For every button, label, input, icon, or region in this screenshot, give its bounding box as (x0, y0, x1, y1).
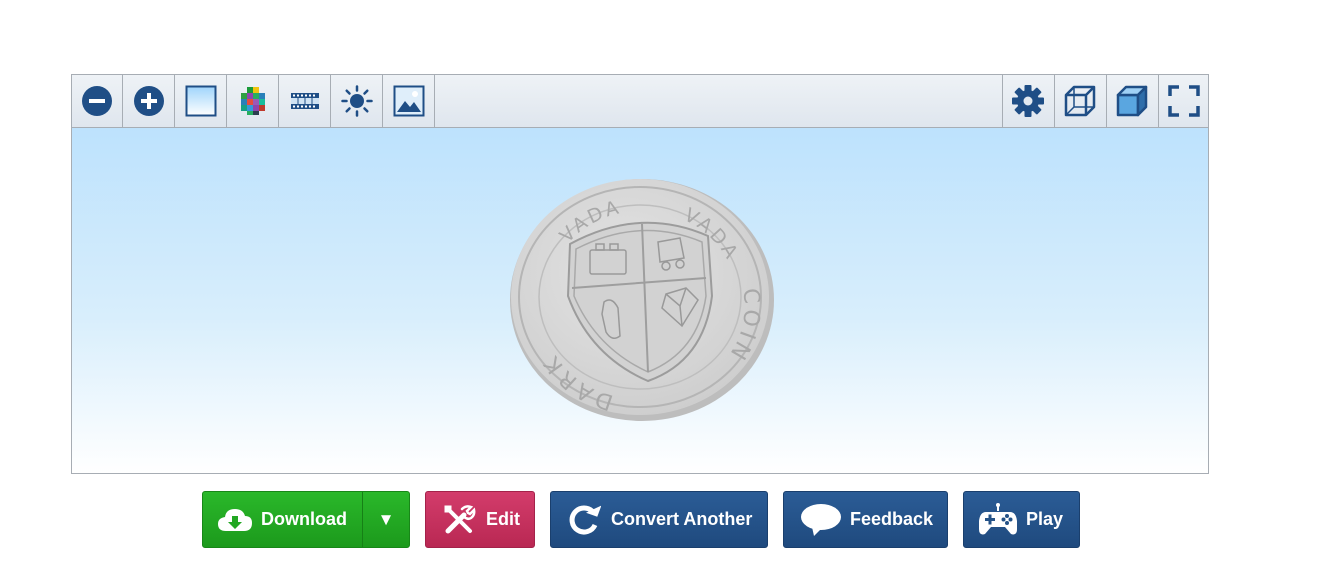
fullscreen-icon (1168, 85, 1200, 117)
solid-button[interactable] (1106, 75, 1157, 127)
minus-circle-icon (82, 86, 112, 116)
image-button[interactable] (384, 75, 435, 127)
convert-another-button[interactable]: Convert Another (550, 491, 768, 548)
gear-icon (1012, 85, 1044, 117)
background-button[interactable] (176, 75, 227, 127)
fullscreen-button[interactable] (1158, 75, 1209, 127)
coin-model: VADA VADA COIN DARK (510, 179, 774, 421)
download-label: Download (261, 509, 347, 529)
edit-label: Edit (486, 509, 520, 529)
background-square-icon (185, 85, 217, 117)
sun-icon (341, 85, 373, 117)
convert-another-label: Convert Another (611, 509, 753, 529)
edit-button[interactable]: Edit (425, 491, 535, 548)
film-button[interactable] (280, 75, 331, 127)
settings-button[interactable] (1002, 75, 1053, 127)
image-icon (393, 85, 425, 117)
color-cube-icon (241, 87, 265, 115)
wireframe-cube-icon (1064, 85, 1096, 117)
model-viewer[interactable]: VADA VADA COIN DARK (71, 74, 1209, 474)
solid-cube-icon (1116, 85, 1148, 117)
gamepad-icon (978, 502, 1018, 537)
download-button[interactable]: Download ▼ (202, 491, 410, 548)
chevron-down-icon: ▼ (377, 509, 395, 529)
color-button[interactable] (228, 75, 279, 127)
cloud-download-icon (217, 507, 253, 533)
viewer-toolbar (72, 75, 1208, 128)
wireframe-button[interactable] (1054, 75, 1105, 127)
zoom-out-button[interactable] (72, 75, 123, 127)
tools-icon (442, 503, 476, 537)
film-strip-icon (291, 93, 319, 109)
feedback-label: Feedback (850, 509, 934, 529)
feedback-button[interactable]: Feedback (783, 491, 948, 548)
download-main[interactable]: Download (203, 492, 363, 547)
viewer-canvas[interactable]: VADA VADA COIN DARK (72, 128, 1208, 473)
refresh-icon (567, 503, 601, 537)
lighting-button[interactable] (332, 75, 383, 127)
play-button[interactable]: Play (963, 491, 1080, 548)
plus-circle-icon (134, 86, 164, 116)
play-label: Play (1026, 509, 1064, 529)
download-options-toggle[interactable]: ▼ (363, 492, 409, 547)
speech-bubble-icon (800, 503, 842, 537)
zoom-in-button[interactable] (124, 75, 175, 127)
